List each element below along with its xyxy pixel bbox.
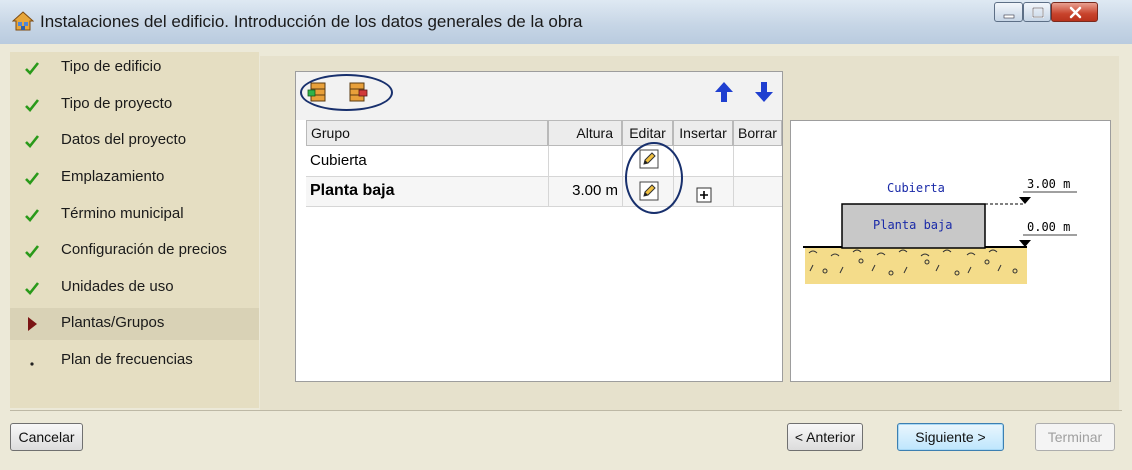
insert-plus-icon[interactable]: [696, 187, 712, 203]
step-label: Tipo de proyecto: [61, 95, 173, 112]
check-icon: [25, 135, 40, 148]
move-up-icon[interactable]: [714, 81, 734, 103]
previous-button[interactable]: < Anterior: [787, 423, 863, 451]
step-label: Término municipal: [61, 205, 184, 222]
edit-column-annotation-oval: [625, 142, 683, 214]
next-button[interactable]: Siguiente >: [897, 423, 1004, 451]
row-divider: [306, 206, 782, 207]
toolbar-annotation-oval: [300, 74, 393, 111]
preview-top-label: Cubierta: [887, 181, 945, 195]
column-divider: [733, 146, 734, 206]
row-planta-baja-grupo[interactable]: Planta baja: [310, 176, 394, 206]
step-termino-municipal[interactable]: Término municipal: [10, 199, 259, 231]
footer-separator: [10, 410, 1122, 411]
row-planta-baja-altura[interactable]: 3.00 m: [552, 176, 618, 206]
step-tipo-de-edificio[interactable]: Tipo de edificio: [10, 52, 259, 84]
current-step-arrow-icon: [28, 317, 37, 331]
check-icon: [25, 62, 40, 75]
house-icon: [11, 10, 35, 32]
finish-button[interactable]: Terminar: [1035, 423, 1115, 451]
step-label: Emplazamiento: [61, 168, 165, 185]
step-plantas-grupos[interactable]: Plantas/Grupos: [10, 308, 259, 340]
step-plan-de-frecuencias[interactable]: Plan de frecuencias: [10, 345, 259, 377]
step-label: Datos del proyecto: [61, 131, 187, 148]
column-divider: [622, 146, 623, 206]
check-icon: [25, 99, 40, 112]
preview-base-level: 0.00 m: [1027, 220, 1071, 234]
ground-hatch: [803, 246, 1027, 284]
column-header-borrar[interactable]: Borrar: [733, 120, 782, 146]
close-icon: [1069, 6, 1082, 19]
step-configuracion-de-precios[interactable]: Configuración de precios: [10, 235, 259, 267]
row-cubierta-altura[interactable]: [552, 146, 618, 176]
column-header-insertar[interactable]: Insertar: [673, 120, 733, 146]
step-label: Plan de frecuencias: [61, 351, 193, 368]
step-label: Configuración de precios: [61, 241, 227, 258]
check-icon: [25, 245, 40, 258]
building-preview: Cubierta Planta baja 3.00 m 0.00 m: [790, 120, 1111, 382]
minimize-icon: [1003, 14, 1015, 19]
cancel-button[interactable]: Cancelar: [10, 423, 83, 451]
step-emplazamiento[interactable]: Emplazamiento: [10, 162, 259, 194]
step-label: Unidades de uso: [61, 278, 174, 295]
preview-top-level: 3.00 m: [1027, 177, 1071, 191]
column-header-grupo[interactable]: Grupo: [306, 120, 548, 146]
bullet-icon: [30, 362, 34, 366]
step-label: Tipo de edificio: [61, 58, 162, 75]
column-divider: [548, 146, 549, 206]
level-marker-base: [1019, 240, 1031, 247]
move-down-icon[interactable]: [754, 81, 774, 103]
maximize-button[interactable]: [1023, 2, 1051, 22]
step-datos-del-proyecto[interactable]: Datos del proyecto: [10, 125, 259, 157]
check-icon: [25, 172, 40, 185]
minimize-button[interactable]: [994, 2, 1023, 22]
check-icon: [25, 209, 40, 222]
preview-floor-label: Planta baja: [873, 218, 953, 232]
level-marker-top: [1019, 197, 1031, 204]
wizard-steps-sidebar: Tipo de edificio Tipo de proyecto Datos …: [10, 52, 259, 408]
close-button[interactable]: [1051, 2, 1098, 22]
step-unidades-de-uso[interactable]: Unidades de uso: [10, 272, 259, 304]
step-label: Plantas/Grupos: [61, 314, 165, 331]
maximize-icon: [1032, 7, 1044, 18]
column-header-altura[interactable]: Altura: [548, 120, 622, 146]
check-icon: [25, 282, 40, 295]
window-title: Instalaciones del edificio. Introducción…: [40, 12, 583, 31]
row-cubierta-grupo[interactable]: Cubierta: [310, 146, 367, 176]
step-tipo-de-proyecto[interactable]: Tipo de proyecto: [10, 89, 259, 121]
